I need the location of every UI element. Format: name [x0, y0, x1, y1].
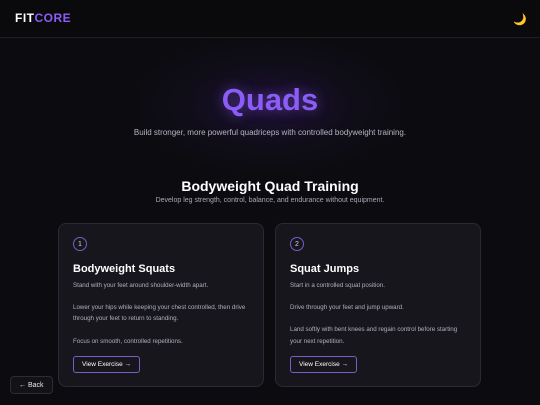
- exercise-description: Stand with your feet around shoulder-wid…: [73, 280, 253, 358]
- step-number-badge: 2: [290, 237, 304, 251]
- exercise-step-text: Drive through your feet and jump upward.: [290, 304, 404, 312]
- brand-text-core: CORE: [34, 11, 72, 25]
- exercise-step-text: Start in a controlled squat position.: [290, 282, 385, 289]
- section-title: Bodyweight Quad Training: [181, 178, 359, 194]
- view-exercise-button[interactable]: View Exercise →: [73, 356, 141, 373]
- page-subtitle: Build stronger, more powerful quadriceps…: [133, 128, 407, 137]
- step-number-badge: 1: [73, 237, 87, 251]
- section-subtitle: Develop leg strength, control, balance, …: [155, 197, 385, 204]
- exercise-title: Squat Jumps: [290, 263, 360, 275]
- brand-logo[interactable]: FITCORE: [15, 11, 71, 25]
- exercise-title: Bodyweight Squats: [73, 263, 176, 275]
- page-title: Quads: [221, 82, 319, 117]
- brand-text-fit: FIT: [15, 11, 35, 25]
- view-exercise-button[interactable]: View Exercise →: [290, 356, 358, 373]
- exercise-step-text: Stand with your feet around shoulder-wid…: [73, 282, 209, 289]
- exercise-description: Start in a controlled squat position. Dr…: [290, 280, 470, 358]
- exercise-step-text: Lower your hips while keeping your chest…: [73, 304, 246, 323]
- exercise-step-text: Focus on smooth, controlled repetitions.: [73, 337, 183, 345]
- theme-toggle-moon-icon[interactable]: 🌙: [510, 9, 530, 29]
- exercise-step-text: Land softly with bent knees and regain c…: [290, 326, 458, 345]
- exercise-card-bodyweight-squats: 1 Bodyweight Squats Stand with your feet…: [58, 223, 264, 387]
- back-button[interactable]: ← Back: [10, 376, 53, 394]
- top-navbar: FITCORE 🌙: [0, 0, 540, 38]
- exercise-card-squat-jumps: 2 Squat Jumps Start in a controlled squa…: [275, 223, 481, 387]
